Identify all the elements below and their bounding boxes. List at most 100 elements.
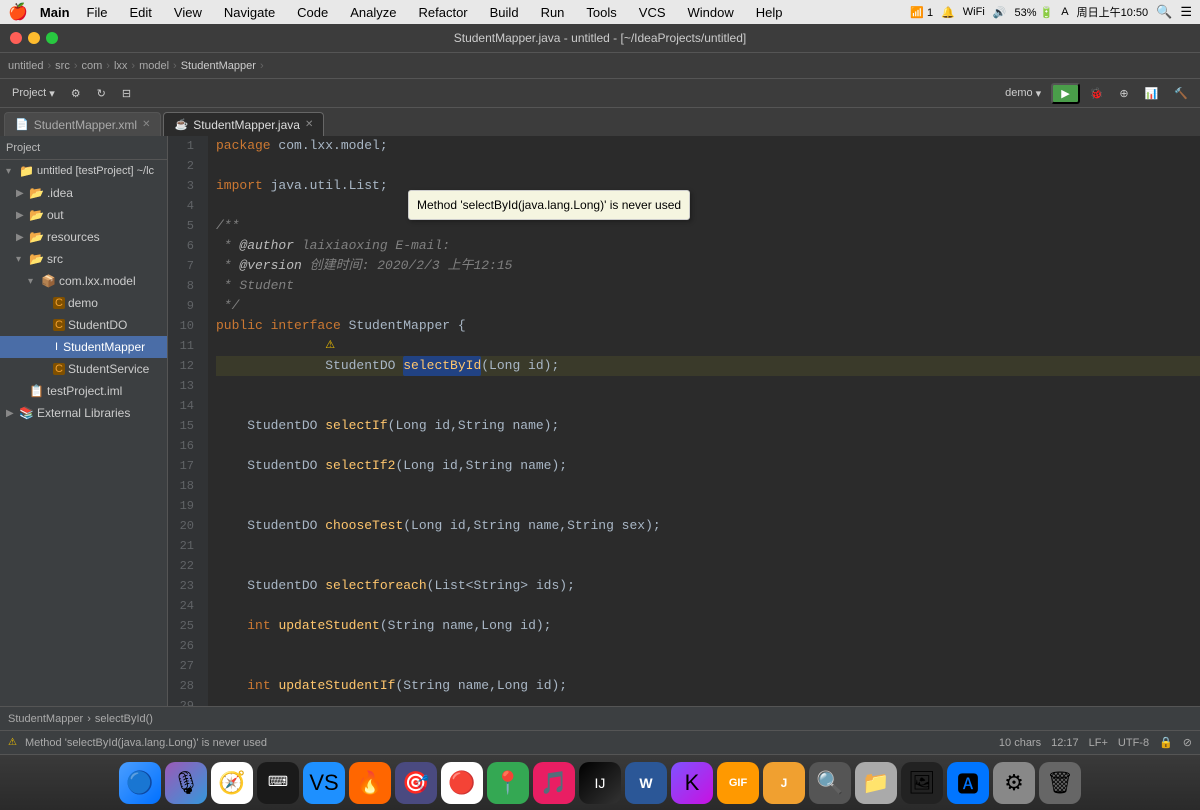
- code-line-4: [216, 196, 1200, 216]
- breadcrumb-studentmapper[interactable]: StudentMapper: [181, 60, 256, 72]
- dropdown-icon: ▾: [49, 87, 55, 100]
- tab-xml-close[interactable]: ✕: [142, 119, 150, 130]
- dock-safari[interactable]: 🧭: [211, 762, 253, 804]
- toolbar-collapse-btn[interactable]: ⊟: [116, 82, 137, 104]
- project-view-btn[interactable]: Project ▾: [6, 82, 61, 104]
- ln-27: 27: [168, 656, 200, 676]
- dock-photos[interactable]: 🖼: [901, 762, 943, 804]
- profile-btn[interactable]: 📊: [1139, 82, 1165, 104]
- maximize-button[interactable]: [46, 32, 58, 44]
- bottom-bc-studentmapper[interactable]: StudentMapper: [8, 713, 83, 725]
- run-button[interactable]: ▶: [1051, 83, 1079, 104]
- tab-studentmapper-xml[interactable]: 📄 StudentMapper.xml ✕: [4, 112, 161, 136]
- tree-item-studentdo[interactable]: ▶ C StudentDO: [0, 314, 167, 336]
- menu-refactor[interactable]: Refactor: [414, 3, 473, 22]
- menu-icon[interactable]: ☰: [1180, 4, 1192, 20]
- dock-word[interactable]: W: [625, 762, 667, 804]
- tree-item-out[interactable]: ▶ 📂 out: [0, 204, 167, 226]
- encoding[interactable]: UTF-8: [1118, 737, 1149, 749]
- dock-app6[interactable]: 🔥: [349, 762, 391, 804]
- ln-20: 20: [168, 516, 200, 536]
- build-btn[interactable]: 🔨: [1168, 82, 1194, 104]
- main-layout: Project ▾ 📁 untitled [testProject] ~/lc …: [0, 136, 1200, 706]
- bottom-bc-method[interactable]: selectById(): [95, 713, 153, 725]
- breadcrumb-model[interactable]: model: [139, 60, 169, 72]
- dock-vscode[interactable]: VS: [303, 762, 345, 804]
- editor-area[interactable]: 1 2 3 4 5 6 7 8 9 10 11 12 13 14 15 16 1…: [168, 136, 1200, 706]
- tree-item-untitled[interactable]: ▾ 📁 untitled [testProject] ~/lc: [0, 160, 167, 182]
- code-line-25: int updateStudent(String name,Long id);: [216, 616, 1200, 636]
- breadcrumb-com[interactable]: com: [82, 60, 103, 72]
- dock-app7[interactable]: 🎯: [395, 762, 437, 804]
- dock-settings[interactable]: ⚙: [993, 762, 1035, 804]
- tree-item-idea[interactable]: ▶ 📂 .idea: [0, 182, 167, 204]
- menu-bar-right: 📶 1 🔔 WiFi 🔊 53% 🔋 A 周日上午10:50 🔍 ☰: [910, 4, 1192, 20]
- ln-15: 15: [168, 416, 200, 436]
- dock-search2[interactable]: 🔍: [809, 762, 851, 804]
- menu-file[interactable]: File: [82, 3, 113, 22]
- search-icon[interactable]: 🔍: [1156, 4, 1172, 20]
- code-line-23: StudentDO selectforeach(List<String> ids…: [216, 576, 1200, 596]
- breadcrumb-lxx[interactable]: lxx: [114, 60, 127, 72]
- menu-view[interactable]: View: [169, 3, 207, 22]
- menu-code[interactable]: Code: [292, 3, 333, 22]
- tree-item-package[interactable]: ▾ 📦 com.lxx.model: [0, 270, 167, 292]
- menu-help[interactable]: Help: [751, 3, 788, 22]
- breadcrumb-untitled[interactable]: untitled: [8, 60, 43, 72]
- minimize-button[interactable]: [28, 32, 40, 44]
- code-line-8: * Student: [216, 276, 1200, 296]
- menu-edit[interactable]: Edit: [125, 3, 157, 22]
- tree-item-iml[interactable]: ▶ 📋 testProject.iml: [0, 380, 167, 402]
- dock-files[interactable]: 📁: [855, 762, 897, 804]
- tree-item-resources[interactable]: ▶ 📂 resources: [0, 226, 167, 248]
- demo-config-btn[interactable]: demo ▾: [999, 82, 1047, 104]
- debug-btn[interactable]: 🐞: [1084, 82, 1110, 104]
- menu-analyze[interactable]: Analyze: [345, 3, 401, 22]
- tree-item-studentservice[interactable]: ▶ C StudentService: [0, 358, 167, 380]
- dock-music[interactable]: 🎵: [533, 762, 575, 804]
- dock-kotlin[interactable]: K: [671, 762, 713, 804]
- menu-window[interactable]: Window: [683, 3, 739, 22]
- toolbar-sync-btn[interactable]: ↻: [91, 82, 112, 104]
- coverage-btn[interactable]: ⊕: [1113, 82, 1134, 104]
- tree-item-demo[interactable]: ▶ C demo: [0, 292, 167, 314]
- tab-java-close[interactable]: ✕: [305, 119, 313, 130]
- breadcrumb-src[interactable]: src: [55, 60, 70, 72]
- dock-terminal[interactable]: ⌨: [257, 762, 299, 804]
- tree-item-studentmapper[interactable]: ▶ I StudentMapper: [0, 336, 167, 358]
- dock-finder[interactable]: 🔵: [119, 762, 161, 804]
- dock-trash[interactable]: 🗑: [1039, 762, 1081, 804]
- toolbar-settings-btn[interactable]: ⚙: [65, 82, 87, 104]
- code-line-14: [216, 396, 1200, 416]
- menu-vcs[interactable]: VCS: [634, 3, 671, 22]
- tooltip-text: Method 'selectById(java.lang.Long)' is n…: [417, 198, 681, 212]
- dock-intellij[interactable]: IJ: [579, 762, 621, 804]
- tree-label-untitled: untitled [testProject] ~/lc: [37, 165, 154, 177]
- line-ending[interactable]: LF+: [1089, 737, 1108, 749]
- status-warning-text: Method 'selectById(java.lang.Long)' is n…: [25, 737, 267, 749]
- dock-java[interactable]: J: [763, 762, 805, 804]
- status-icon-1: 🔒: [1159, 736, 1173, 749]
- cursor-position[interactable]: 12:17: [1051, 737, 1079, 749]
- tab-studentmapper-java[interactable]: ☕ StudentMapper.java ✕: [163, 112, 324, 136]
- ln-11: 11: [168, 336, 200, 356]
- ln-18: 18: [168, 476, 200, 496]
- java-studentmapper-icon: I: [53, 341, 60, 353]
- dock-maps[interactable]: 📍: [487, 762, 529, 804]
- tree-item-src[interactable]: ▾ 📂 src: [0, 248, 167, 270]
- dock-siri[interactable]: 🎙: [165, 762, 207, 804]
- menu-run[interactable]: Run: [536, 3, 570, 22]
- code-lines[interactable]: Method 'selectById(java.lang.Long)' is n…: [208, 136, 1200, 706]
- title-bar: StudentMapper.java - untitled - [~/IdeaP…: [0, 24, 1200, 52]
- dock-chrome[interactable]: 🔴: [441, 762, 483, 804]
- menu-tools[interactable]: Tools: [581, 3, 621, 22]
- dock-appstore[interactable]: 🅰: [947, 762, 989, 804]
- close-button[interactable]: [10, 32, 22, 44]
- dock-gif[interactable]: GIF: [717, 762, 759, 804]
- status-bar: ⚠ Method 'selectById(java.lang.Long)' is…: [0, 730, 1200, 754]
- menu-build[interactable]: Build: [485, 3, 524, 22]
- menu-navigate[interactable]: Navigate: [219, 3, 280, 22]
- java-studentdo-icon: C: [53, 319, 65, 331]
- apple-menu[interactable]: 🍎: [8, 2, 28, 22]
- tree-item-extlibs[interactable]: ▶ 📚 External Libraries: [0, 402, 167, 424]
